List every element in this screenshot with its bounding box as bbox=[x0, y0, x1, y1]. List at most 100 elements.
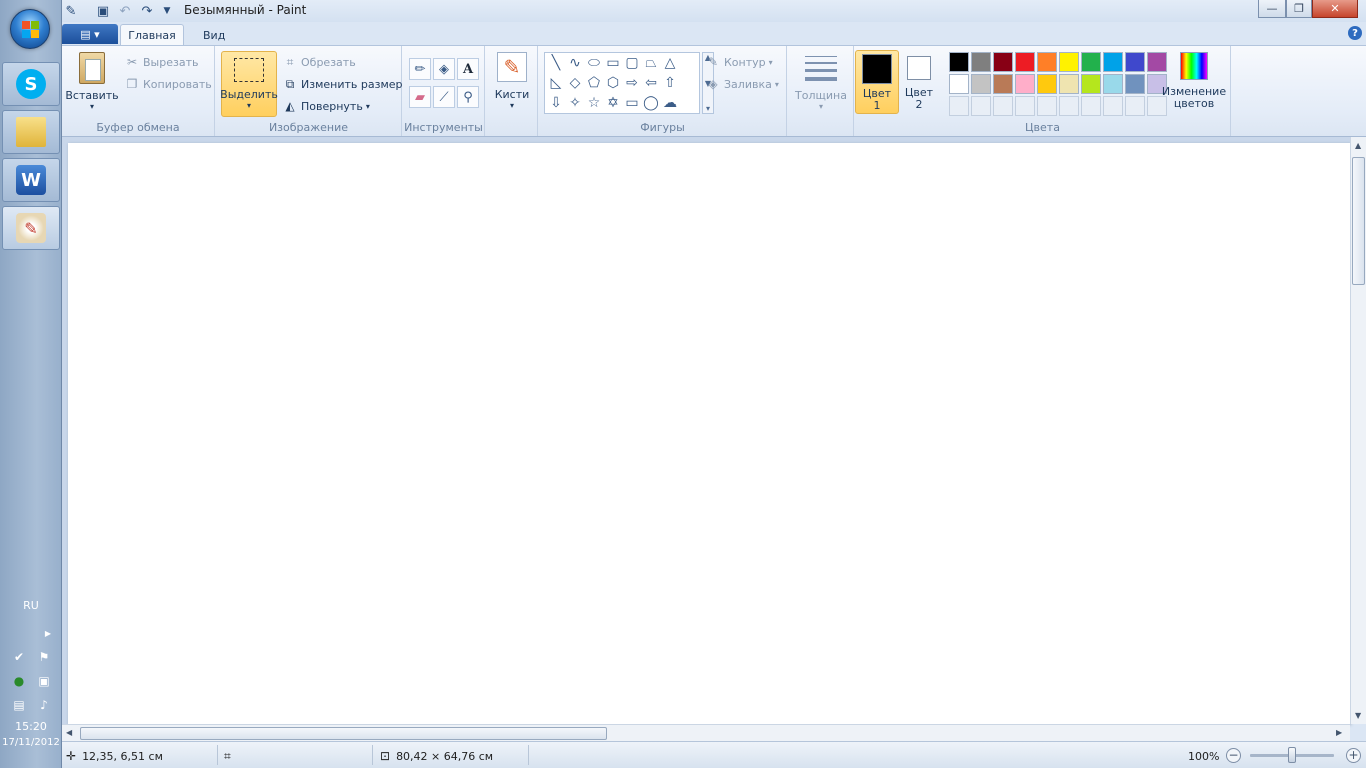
show-hidden-icons-arrow-icon[interactable]: ▶ bbox=[40, 625, 56, 641]
palette-custom-slot[interactable] bbox=[949, 96, 969, 116]
taskbar-paint-button[interactable]: ✎ bbox=[2, 206, 60, 250]
clock-date[interactable]: 17/11/2012 bbox=[0, 737, 62, 748]
palette-color-swatch[interactable] bbox=[1037, 52, 1057, 72]
palette-custom-slot[interactable] bbox=[1081, 96, 1101, 116]
magnifier-tool[interactable]: ⚲ bbox=[457, 86, 479, 108]
palette-custom-slot[interactable] bbox=[1059, 96, 1079, 116]
palette-color-swatch[interactable] bbox=[1103, 52, 1123, 72]
tab-home[interactable]: Главная bbox=[120, 24, 184, 46]
zoom-slider-thumb[interactable] bbox=[1288, 747, 1296, 763]
shape-five-point-star[interactable]: ☆ bbox=[585, 94, 603, 112]
shape-oval[interactable]: ⬭ bbox=[585, 54, 603, 72]
palette-color-swatch[interactable] bbox=[1081, 52, 1101, 72]
palette-color-swatch[interactable] bbox=[993, 74, 1013, 94]
paste-button[interactable]: Вставить ▾ bbox=[65, 50, 119, 116]
restore-button[interactable]: ❐ bbox=[1286, 0, 1312, 18]
zoom-in-button[interactable]: + bbox=[1346, 748, 1361, 763]
palette-color-swatch[interactable] bbox=[993, 52, 1013, 72]
scroll-down-arrow-icon[interactable]: ▼ bbox=[1355, 711, 1361, 720]
paint-app-icon[interactable]: ✎ bbox=[62, 2, 80, 20]
network-check-icon[interactable]: ✔ bbox=[11, 649, 27, 665]
palette-custom-slot[interactable] bbox=[1103, 96, 1123, 116]
palette-custom-slot[interactable] bbox=[1037, 96, 1057, 116]
shape-curve[interactable]: ∿ bbox=[566, 54, 584, 72]
edit-colors-button[interactable]: Изменение цветов bbox=[1161, 50, 1227, 116]
fill-button[interactable]: ◈ Заливка ▾ bbox=[705, 74, 778, 94]
horizontal-scroll-thumb[interactable] bbox=[80, 727, 607, 740]
shape-hexagon[interactable]: ⬡ bbox=[604, 74, 622, 92]
palette-custom-slot[interactable] bbox=[1125, 96, 1145, 116]
shape-cloud-callout[interactable]: ☁ bbox=[661, 94, 679, 112]
minimize-button[interactable]: — bbox=[1258, 0, 1286, 18]
cut-button[interactable]: ✂ Вырезать bbox=[124, 52, 199, 72]
shape-polygon[interactable]: ⏢ bbox=[642, 54, 660, 72]
palette-color-swatch[interactable] bbox=[949, 52, 969, 72]
resize-button[interactable]: ⧉ Изменить размер bbox=[282, 74, 403, 94]
shape-four-point-star[interactable]: ✧ bbox=[566, 94, 584, 112]
network-icon[interactable]: ▤ bbox=[11, 697, 27, 713]
clock-time[interactable]: 15:20 bbox=[0, 720, 62, 733]
horizontal-scrollbar[interactable]: ◀ ▶ bbox=[62, 724, 1350, 741]
palette-color-swatch[interactable] bbox=[1059, 52, 1079, 72]
shape-triangle[interactable]: △ bbox=[661, 54, 679, 72]
taskbar-skype-button[interactable]: S bbox=[2, 62, 60, 106]
shape-up-arrow[interactable]: ⇧ bbox=[661, 74, 679, 92]
shape-six-point-star[interactable]: ✡ bbox=[604, 94, 622, 112]
color2-button[interactable]: Цвет 2 bbox=[897, 50, 941, 114]
eraser-tool[interactable]: ▰ bbox=[409, 86, 431, 108]
scroll-up-arrow-icon[interactable]: ▲ bbox=[1355, 141, 1361, 150]
gallery-expand-icon[interactable]: ▾ bbox=[706, 104, 710, 113]
palette-color-swatch[interactable] bbox=[1037, 74, 1057, 94]
taskbar-explorer-button[interactable] bbox=[2, 110, 60, 154]
shape-down-arrow[interactable]: ⇩ bbox=[547, 94, 565, 112]
quick-access-dropdown-icon[interactable]: ▼ bbox=[158, 2, 176, 20]
palette-custom-slot[interactable] bbox=[993, 96, 1013, 116]
save-icon[interactable]: ▣ bbox=[94, 2, 112, 20]
palette-color-swatch[interactable] bbox=[971, 74, 991, 94]
palette-color-swatch[interactable] bbox=[1081, 74, 1101, 94]
antivirus-icon[interactable]: ● bbox=[11, 673, 27, 689]
scroll-left-arrow-icon[interactable]: ◀ bbox=[66, 728, 72, 737]
shape-diamond[interactable]: ◇ bbox=[566, 74, 584, 92]
shape-left-arrow[interactable]: ⇦ bbox=[642, 74, 660, 92]
fill-tool[interactable]: ◈ bbox=[433, 58, 455, 80]
vertical-scrollbar[interactable]: ▲ ▼ bbox=[1350, 137, 1366, 724]
palette-custom-slot[interactable] bbox=[971, 96, 991, 116]
palette-color-swatch[interactable] bbox=[1103, 74, 1123, 94]
palette-color-swatch[interactable] bbox=[949, 74, 969, 94]
shape-rectangle[interactable]: ▭ bbox=[604, 54, 622, 72]
palette-custom-slot[interactable] bbox=[1015, 96, 1035, 116]
close-button[interactable]: ✕ bbox=[1312, 0, 1358, 18]
drawing-canvas[interactable] bbox=[68, 143, 1350, 724]
shape-rounded-callout[interactable]: ▭ bbox=[623, 94, 641, 112]
shape-rounded-rectangle[interactable]: ▢ bbox=[623, 54, 641, 72]
taskbar-word-button[interactable]: W bbox=[2, 158, 60, 202]
color-picker-tool[interactable]: ⟋ bbox=[433, 86, 455, 108]
shape-line[interactable]: ╲ bbox=[547, 54, 565, 72]
redo-icon[interactable]: ↷ bbox=[138, 2, 156, 20]
paint-menu-button[interactable]: ▤ ▾ bbox=[62, 24, 118, 44]
shape-oval-callout[interactable]: ◯ bbox=[642, 94, 660, 112]
help-icon[interactable]: ? bbox=[1348, 26, 1362, 40]
rotate-button[interactable]: ◭ Повернуть ▾ bbox=[282, 96, 369, 116]
scroll-right-arrow-icon[interactable]: ▶ bbox=[1336, 728, 1342, 737]
brushes-button[interactable]: ✎ Кисти ▾ bbox=[490, 50, 534, 116]
text-tool[interactable]: A bbox=[457, 58, 479, 80]
vertical-scroll-thumb[interactable] bbox=[1352, 157, 1365, 285]
palette-color-swatch[interactable] bbox=[1125, 52, 1145, 72]
action-center-flag-icon[interactable]: ⚑ bbox=[36, 649, 52, 665]
color1-button[interactable]: Цвет 1 bbox=[855, 50, 899, 114]
shape-pentagon[interactable]: ⬠ bbox=[585, 74, 603, 92]
start-button[interactable] bbox=[10, 9, 50, 49]
palette-color-swatch[interactable] bbox=[1059, 74, 1079, 94]
crop-button[interactable]: ⌗ Обрезать bbox=[282, 52, 356, 72]
shape-right-arrow[interactable]: ⇨ bbox=[623, 74, 641, 92]
palette-color-swatch[interactable] bbox=[1015, 52, 1035, 72]
volume-icon[interactable]: ♪ bbox=[36, 697, 52, 713]
safely-remove-hardware-icon[interactable]: ▣ bbox=[36, 673, 52, 689]
zoom-out-button[interactable]: − bbox=[1226, 748, 1241, 763]
select-button[interactable]: Выделить ▾ bbox=[220, 51, 278, 117]
palette-color-swatch[interactable] bbox=[1015, 74, 1035, 94]
palette-color-swatch[interactable] bbox=[1125, 74, 1145, 94]
copy-button[interactable]: ❐ Копировать bbox=[124, 74, 212, 94]
